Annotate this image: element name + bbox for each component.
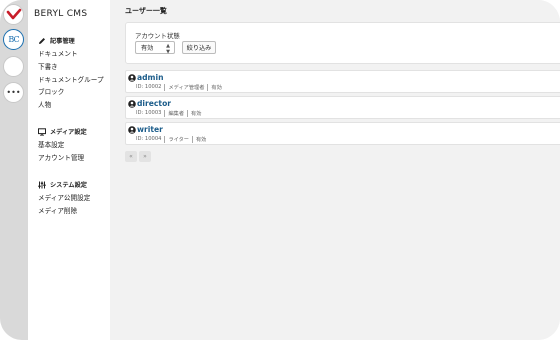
group-title: システム設定 bbox=[50, 182, 87, 189]
next-page-button[interactable]: » bbox=[139, 151, 151, 162]
sidebar-item-account-management[interactable]: アカウント管理 bbox=[38, 152, 87, 165]
user-status: 有効 bbox=[195, 136, 207, 143]
sidebar-item-basic-settings[interactable]: 基本設定 bbox=[38, 139, 87, 152]
divider bbox=[187, 109, 189, 117]
user-icon bbox=[128, 125, 136, 134]
media-switch-empty[interactable] bbox=[3, 56, 24, 77]
group-header-media: メディア設定 bbox=[38, 127, 87, 136]
sidebar-item-people[interactable]: 人物 bbox=[38, 99, 104, 112]
user-status: 有効 bbox=[211, 84, 222, 91]
user-meta: ID: 10004 ライター 有効 bbox=[136, 135, 207, 143]
media-rail: BC ••• bbox=[0, 0, 28, 340]
filter-label: アカウント状態 bbox=[135, 32, 180, 40]
divider bbox=[164, 135, 166, 143]
sidebar-group-media: メディア設定 基本設定 アカウント管理 bbox=[38, 127, 87, 165]
sidebar-item-media-delete[interactable]: メディア削除 bbox=[38, 205, 90, 218]
sidebar-group-system: システム設定 メディア公開設定 メディア削除 bbox=[38, 180, 90, 218]
media-mark: BC bbox=[8, 35, 19, 44]
user-name: director bbox=[137, 99, 172, 108]
user-id: ID: 10003 bbox=[136, 110, 162, 116]
prev-page-button[interactable]: « bbox=[125, 151, 137, 162]
user-id: ID: 10002 bbox=[136, 84, 162, 90]
filter-panel: アカウント状態 有効 ▲ ▼ 絞り込み bbox=[125, 22, 560, 64]
app-window: BC ••• BERYL CMS 記事管理 ドキュメント 下書き ドキュメントグ… bbox=[0, 0, 560, 340]
user-status: 有効 bbox=[191, 110, 202, 117]
user-row: director ID: 10003 編集者 有効 bbox=[125, 96, 560, 119]
group-header-system: システム設定 bbox=[38, 180, 90, 189]
sliders-icon bbox=[38, 181, 46, 189]
account-status-select[interactable]: 有効 ▲ ▼ bbox=[135, 41, 175, 55]
sidebar-item-blocks[interactable]: ブロック bbox=[38, 86, 104, 99]
user-row: admin ID: 10002 メディア管理者 有効 bbox=[125, 70, 560, 93]
monitor-icon bbox=[38, 127, 46, 136]
sidebar-item-drafts[interactable]: 下書き bbox=[38, 61, 104, 74]
sidebar-item-publish-settings[interactable]: メディア公開設定 bbox=[38, 192, 90, 205]
sidebar: BERYL CMS 記事管理 ドキュメント 下書き ドキュメントグループ ブロッ… bbox=[28, 0, 110, 340]
user-meta: ID: 10002 メディア管理者 有効 bbox=[136, 83, 222, 91]
user-role: 編集者 bbox=[168, 110, 185, 117]
media-switch-current[interactable]: BC bbox=[3, 29, 24, 50]
divider bbox=[207, 83, 209, 91]
pagination: « » bbox=[125, 151, 153, 162]
user-role: メディア管理者 bbox=[168, 84, 205, 91]
more-button[interactable]: ••• bbox=[3, 82, 24, 103]
divider bbox=[164, 109, 166, 117]
select-value: 有効 bbox=[141, 45, 154, 52]
user-row: writer ID: 10004 ライター 有効 bbox=[125, 122, 560, 145]
brand-title: BERYL CMS bbox=[34, 9, 88, 19]
user-name: writer bbox=[137, 125, 163, 134]
page-title: ユーザー一覧 bbox=[125, 7, 167, 15]
user-id: ID: 10004 bbox=[136, 136, 162, 142]
pencil-icon bbox=[38, 37, 46, 45]
divider bbox=[164, 83, 166, 91]
check-logo-icon bbox=[6, 8, 21, 19]
chevron-updown-icon: ▲ ▼ bbox=[166, 43, 170, 55]
group-title: メディア設定 bbox=[50, 129, 87, 136]
user-icon bbox=[128, 73, 136, 82]
more-icon: ••• bbox=[6, 87, 21, 97]
sidebar-item-documents[interactable]: ドキュメント bbox=[38, 48, 104, 61]
sidebar-item-document-groups[interactable]: ドキュメントグループ bbox=[38, 74, 104, 87]
user-name: admin bbox=[137, 73, 164, 82]
user-link-director[interactable]: director bbox=[128, 99, 171, 108]
divider bbox=[191, 135, 193, 143]
user-icon bbox=[128, 99, 136, 108]
user-link-writer[interactable]: writer bbox=[128, 125, 163, 134]
user-role: ライター bbox=[168, 136, 189, 143]
group-title: 記事管理 bbox=[50, 38, 75, 45]
user-meta: ID: 10003 編集者 有効 bbox=[136, 109, 202, 117]
user-link-admin[interactable]: admin bbox=[128, 73, 163, 82]
app-logo[interactable] bbox=[3, 4, 24, 25]
sidebar-group-articles: 記事管理 ドキュメント 下書き ドキュメントグループ ブロック 人物 bbox=[38, 36, 104, 112]
group-header-articles: 記事管理 bbox=[38, 36, 104, 45]
filter-button[interactable]: 絞り込み bbox=[182, 41, 216, 54]
main-content: ユーザー一覧 アカウント状態 有効 ▲ ▼ 絞り込み admin ID: 1000… bbox=[110, 0, 560, 340]
